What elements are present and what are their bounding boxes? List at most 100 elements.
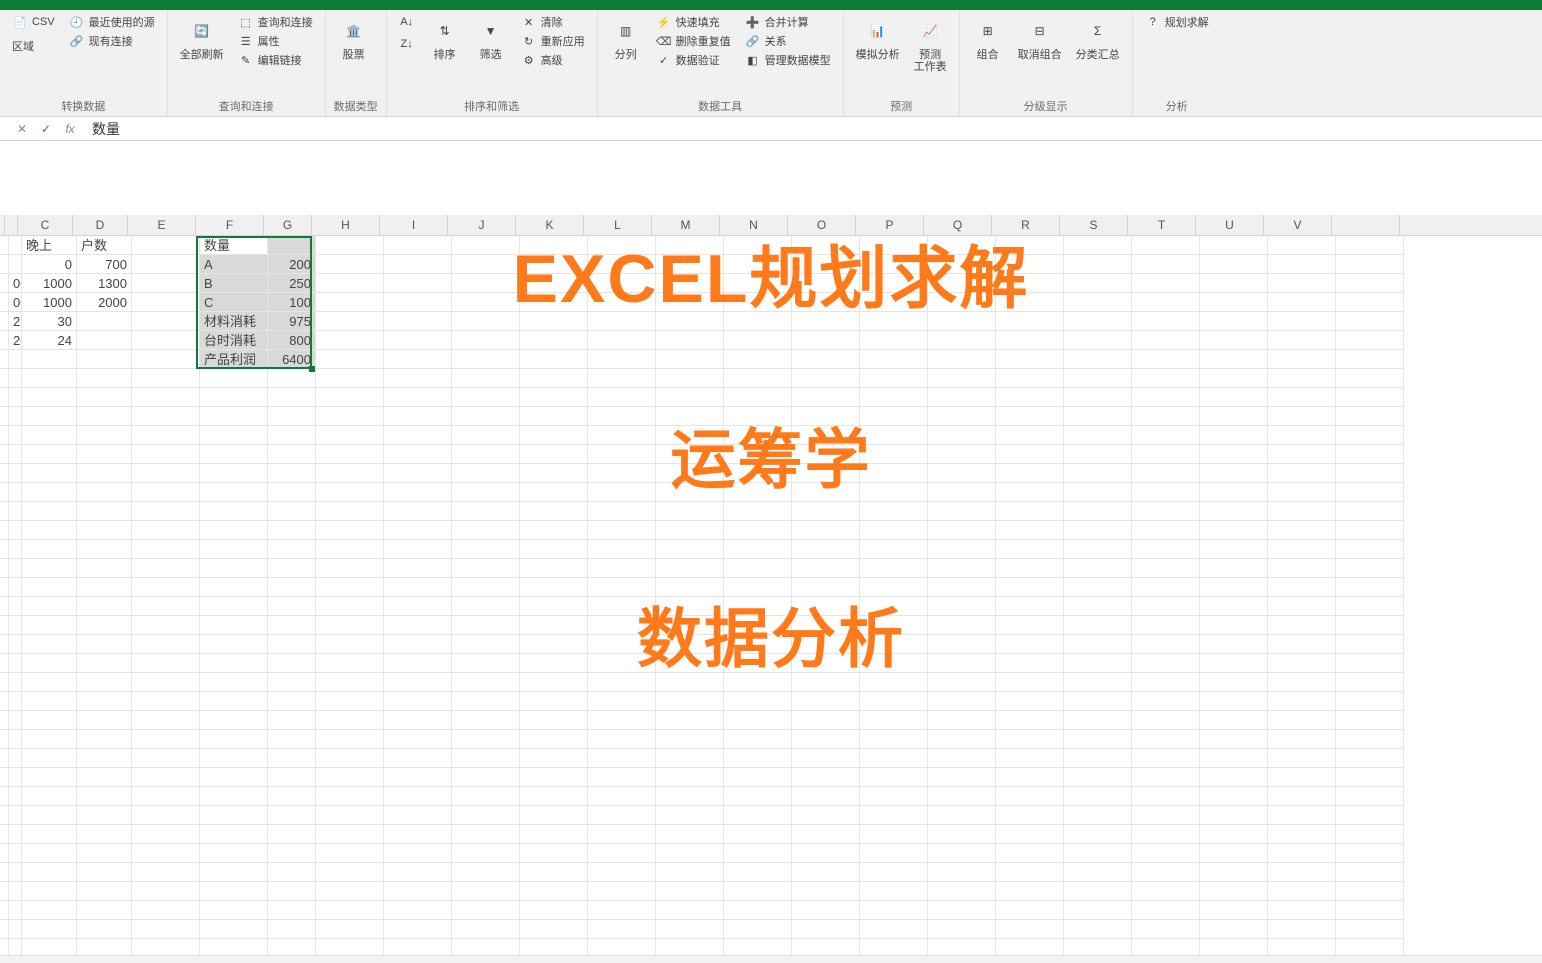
cell[interactable] xyxy=(1064,825,1132,844)
cell[interactable] xyxy=(9,540,22,559)
cancel-formula-button[interactable]: ✕ xyxy=(10,118,34,140)
cell[interactable] xyxy=(724,426,792,445)
cell[interactable] xyxy=(268,901,316,920)
from-csv-button[interactable]: 📄CSV xyxy=(8,13,59,31)
cell[interactable] xyxy=(860,825,928,844)
cell[interactable] xyxy=(452,806,520,825)
cell[interactable] xyxy=(588,312,656,331)
cell[interactable] xyxy=(656,844,724,863)
cell[interactable] xyxy=(656,293,724,312)
cell[interactable] xyxy=(200,388,268,407)
cell[interactable] xyxy=(9,901,22,920)
cell[interactable] xyxy=(0,901,9,920)
forecast-sheet-button[interactable]: 📈 预测 工作表 xyxy=(910,13,951,75)
cell[interactable] xyxy=(384,255,452,274)
cell[interactable] xyxy=(588,597,656,616)
cell[interactable] xyxy=(656,388,724,407)
cell[interactable] xyxy=(132,521,200,540)
cell[interactable] xyxy=(1132,901,1200,920)
cell[interactable] xyxy=(1200,502,1268,521)
sort-button[interactable]: ⇅ 排序 xyxy=(425,13,465,63)
cell[interactable] xyxy=(200,863,268,882)
whatif-button[interactable]: 📊 模拟分析 xyxy=(852,13,904,63)
cell[interactable] xyxy=(588,806,656,825)
cell[interactable] xyxy=(1268,559,1336,578)
cell[interactable] xyxy=(132,236,200,255)
cell[interactable] xyxy=(792,616,860,635)
cell[interactable] xyxy=(1200,293,1268,312)
confirm-formula-button[interactable]: ✓ xyxy=(34,118,58,140)
cell[interactable] xyxy=(996,882,1064,901)
cell[interactable] xyxy=(1132,312,1200,331)
cell[interactable] xyxy=(656,369,724,388)
cell[interactable] xyxy=(316,521,384,540)
cell[interactable] xyxy=(996,578,1064,597)
cell[interactable] xyxy=(452,901,520,920)
cell[interactable] xyxy=(996,844,1064,863)
cell[interactable] xyxy=(452,597,520,616)
cell[interactable] xyxy=(792,331,860,350)
cell[interactable] xyxy=(588,863,656,882)
cell[interactable] xyxy=(268,920,316,939)
cell[interactable] xyxy=(1132,635,1200,654)
cell[interactable] xyxy=(268,578,316,597)
cell[interactable] xyxy=(384,274,452,293)
existing-conn-button[interactable]: 🔗现有连接 xyxy=(65,32,159,50)
cell[interactable] xyxy=(1336,863,1404,882)
cell[interactable] xyxy=(520,312,588,331)
cell[interactable] xyxy=(452,673,520,692)
cell[interactable] xyxy=(200,768,268,787)
cell[interactable] xyxy=(0,483,9,502)
cell[interactable] xyxy=(1200,331,1268,350)
cell[interactable] xyxy=(792,407,860,426)
cell[interactable] xyxy=(268,483,316,502)
cell[interactable] xyxy=(792,597,860,616)
cell[interactable] xyxy=(200,616,268,635)
cell[interactable] xyxy=(1268,920,1336,939)
cell[interactable] xyxy=(384,863,452,882)
cell[interactable] xyxy=(316,635,384,654)
cell[interactable] xyxy=(656,559,724,578)
cell[interactable] xyxy=(860,673,928,692)
cell[interactable] xyxy=(384,616,452,635)
cell[interactable] xyxy=(792,635,860,654)
cell[interactable] xyxy=(22,483,77,502)
cell[interactable] xyxy=(860,844,928,863)
cell[interactable] xyxy=(200,730,268,749)
cell[interactable] xyxy=(384,445,452,464)
cell[interactable]: B xyxy=(200,274,268,293)
cell[interactable] xyxy=(588,559,656,578)
cell[interactable] xyxy=(1268,407,1336,426)
cell[interactable] xyxy=(1268,578,1336,597)
cell[interactable] xyxy=(1336,274,1404,293)
cell[interactable] xyxy=(928,825,996,844)
cell[interactable] xyxy=(22,540,77,559)
cell[interactable] xyxy=(316,578,384,597)
cell[interactable] xyxy=(22,635,77,654)
cell[interactable] xyxy=(792,350,860,369)
cell[interactable] xyxy=(1132,445,1200,464)
cell[interactable] xyxy=(724,407,792,426)
cell[interactable] xyxy=(656,635,724,654)
cell[interactable] xyxy=(1132,825,1200,844)
cell[interactable] xyxy=(996,236,1064,255)
cell[interactable] xyxy=(268,521,316,540)
cell[interactable] xyxy=(928,312,996,331)
cell[interactable] xyxy=(996,749,1064,768)
cell[interactable] xyxy=(0,426,9,445)
cell[interactable] xyxy=(1200,540,1268,559)
cell[interactable] xyxy=(860,882,928,901)
cell[interactable] xyxy=(200,464,268,483)
cell[interactable] xyxy=(1268,901,1336,920)
cell[interactable] xyxy=(9,730,22,749)
col-header[interactable]: L xyxy=(584,215,652,235)
cell[interactable] xyxy=(996,388,1064,407)
cell[interactable] xyxy=(132,483,200,502)
col-header[interactable]: N xyxy=(720,215,788,235)
sort-asc-button[interactable]: A↓ xyxy=(395,13,419,31)
cell[interactable] xyxy=(1200,274,1268,293)
cell[interactable] xyxy=(1064,863,1132,882)
cell[interactable] xyxy=(588,882,656,901)
cell[interactable] xyxy=(860,578,928,597)
cell[interactable] xyxy=(1064,445,1132,464)
